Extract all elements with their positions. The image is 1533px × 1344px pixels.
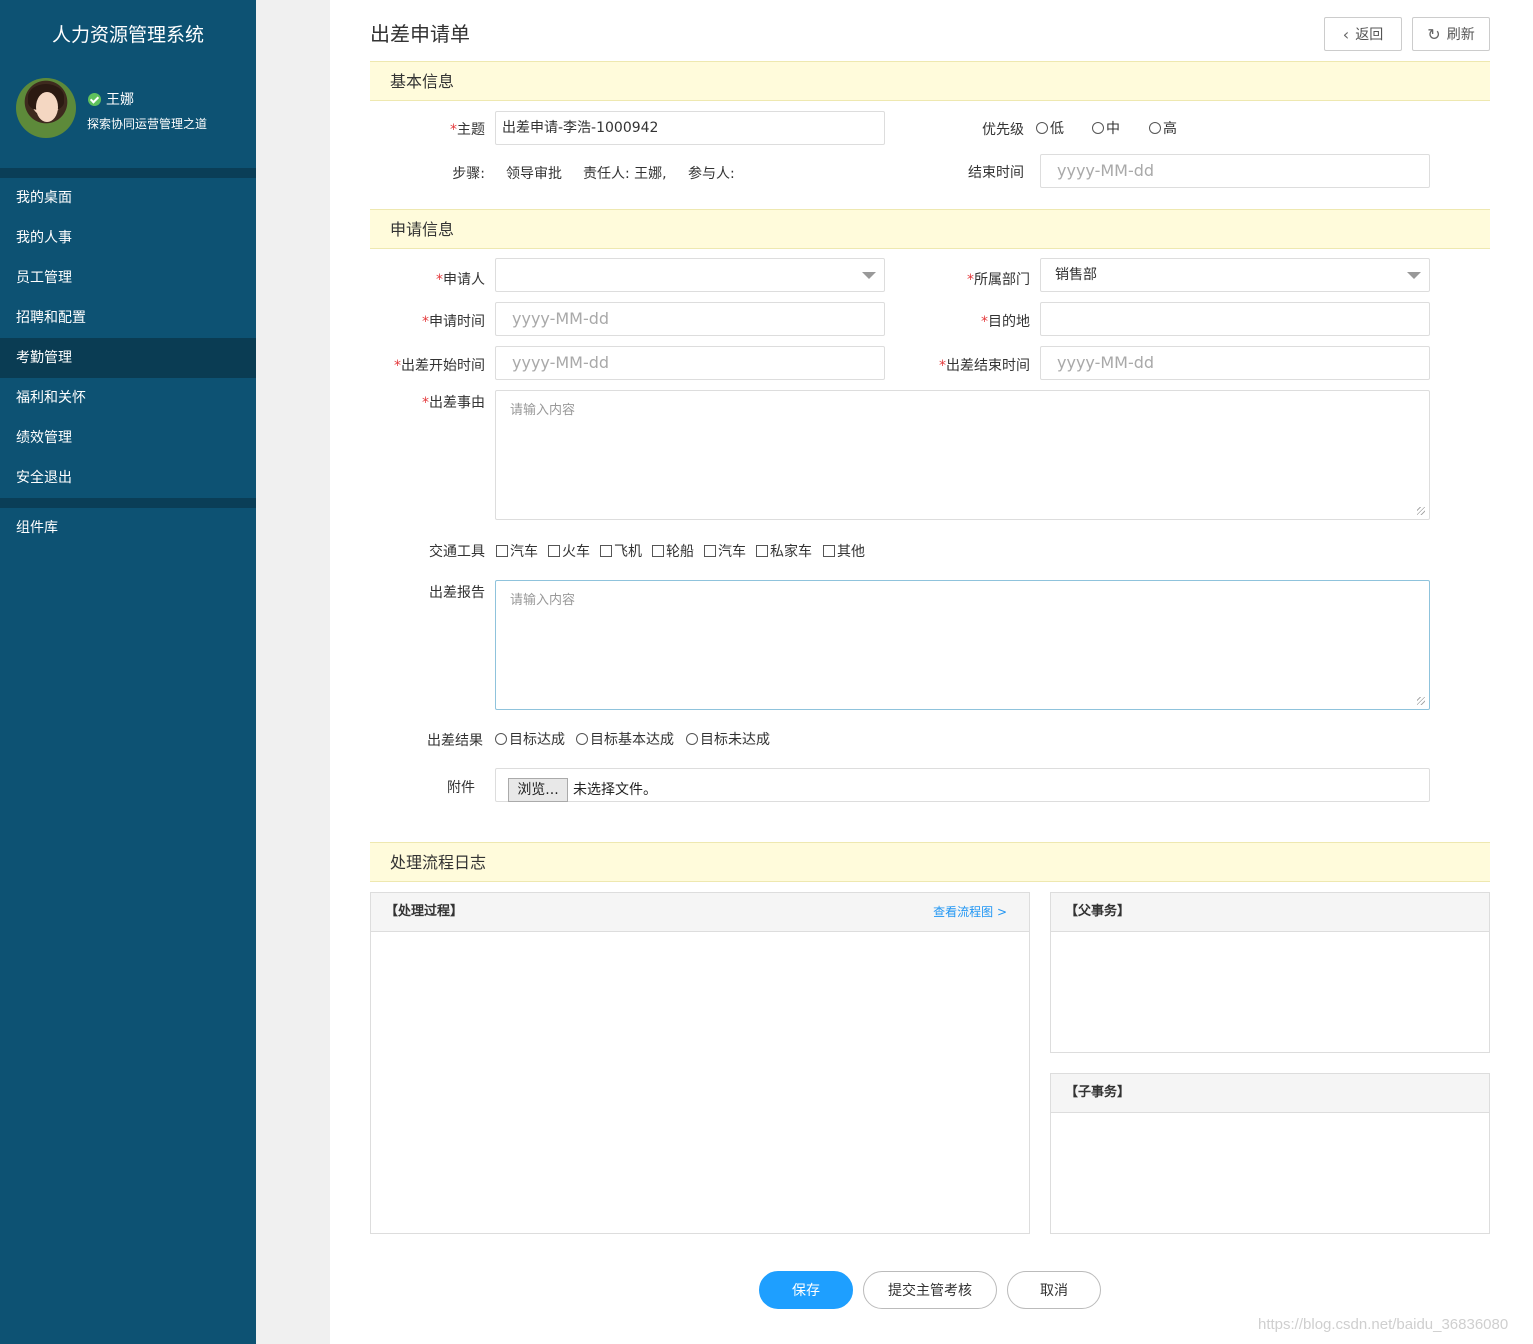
- report-label: 出差报告: [429, 585, 485, 601]
- parent-task-panel: 【父事务】: [1050, 892, 1490, 1053]
- priority-mid-radio[interactable]: 中: [1092, 118, 1120, 138]
- user-name: 王娜: [88, 89, 134, 109]
- transport-plane-checkbox[interactable]: 飞机: [600, 541, 642, 561]
- result-mostly-achieved-radio[interactable]: 目标基本达成: [576, 729, 674, 749]
- sidebar-item-logout[interactable]: 安全退出: [0, 458, 256, 498]
- step-label: 步骤:: [452, 166, 485, 182]
- end-time-input[interactable]: yyyy-MM-dd: [1040, 154, 1430, 188]
- resize-grip-icon[interactable]: [1417, 507, 1425, 515]
- page-title: 出差申请单: [370, 22, 470, 46]
- attachment-label: 附件: [447, 780, 475, 796]
- refresh-icon: ↻: [1427, 24, 1441, 44]
- reason-label: *出差事由: [422, 395, 485, 411]
- process-panel: 【处理过程】 查看流程图 >: [370, 892, 1030, 1234]
- sidebar-item-components[interactable]: 组件库: [0, 508, 256, 548]
- end-trip-label: *出差结束时间: [939, 358, 1030, 374]
- cancel-button[interactable]: 取消: [1007, 1271, 1101, 1309]
- chevron-down-icon: [862, 272, 876, 279]
- transport-ship-checkbox[interactable]: 轮船: [652, 541, 694, 561]
- content-gutter: [256, 0, 330, 1344]
- process-panel-title: 【处理过程】: [385, 904, 464, 919]
- report-textarea[interactable]: 请输入内容: [495, 580, 1430, 710]
- dept-label: *所属部门: [967, 272, 1030, 288]
- trip-start-input[interactable]: yyyy-MM-dd: [495, 346, 885, 380]
- apply-time-input[interactable]: yyyy-MM-dd: [495, 302, 885, 336]
- subject-input[interactable]: 出差申请-李浩-1000942: [495, 111, 885, 145]
- priority-label: 优先级: [982, 122, 1024, 138]
- applicant-select[interactable]: [495, 258, 885, 292]
- result-label: 出差结果: [427, 733, 483, 749]
- apply-time-label: *申请时间: [422, 314, 485, 330]
- sidebar-item-desktop[interactable]: 我的桌面: [0, 178, 256, 218]
- sidebar-item-my-hr[interactable]: 我的人事: [0, 218, 256, 258]
- step-value: 领导审批: [506, 166, 562, 182]
- transport-other-checkbox[interactable]: 其他: [823, 541, 865, 561]
- app-title: 人力资源管理系统: [51, 24, 204, 46]
- sidebar-item-attendance[interactable]: 考勤管理: [0, 338, 256, 378]
- section-process-log: 处理流程日志: [370, 842, 1490, 882]
- no-file-text: 未选择文件。: [573, 782, 657, 798]
- sidebar: 人力资源管理系统 王娜 探索协同运营管理之道 我的桌面 我的人事 员工管理 招聘…: [0, 0, 256, 1344]
- refresh-button[interactable]: ↻ 刷新: [1412, 17, 1490, 51]
- sidebar-item-performance[interactable]: 绩效管理: [0, 418, 256, 458]
- child-task-panel: 【子事务】: [1050, 1073, 1490, 1234]
- participant-text: 参与人:: [688, 166, 735, 182]
- result-achieved-radio[interactable]: 目标达成: [495, 729, 565, 749]
- avatar[interactable]: [16, 78, 76, 138]
- transport-car-checkbox[interactable]: 汽车: [496, 541, 538, 561]
- save-button[interactable]: 保存: [759, 1271, 853, 1309]
- sidebar-divider: [0, 168, 256, 178]
- owner-text: 责任人: 王娜,: [583, 166, 667, 182]
- end-time-label: 结束时间: [968, 165, 1024, 181]
- transport-train-checkbox[interactable]: 火车: [548, 541, 590, 561]
- main-content: 出差申请单 ‹ 返回 ↻ 刷新 基本信息 *主题 出差申请-李浩-1000942…: [330, 0, 1533, 1344]
- watermark-text: https://blog.csdn.net/baidu_36836080: [1258, 1316, 1509, 1333]
- user-motto: 探索协同运营管理之道: [87, 117, 208, 131]
- trip-end-input[interactable]: yyyy-MM-dd: [1040, 346, 1430, 380]
- child-task-title: 【子事务】: [1051, 1074, 1489, 1113]
- chevron-down-icon: [1407, 272, 1421, 279]
- section-basic-info: 基本信息: [370, 61, 1490, 101]
- transport-label: 交通工具: [429, 544, 485, 560]
- view-flowchart-link[interactable]: 查看流程图 >: [933, 893, 1007, 931]
- reason-textarea[interactable]: 请输入内容: [495, 390, 1430, 520]
- resize-grip-icon[interactable]: [1417, 697, 1425, 705]
- submit-review-button[interactable]: 提交主管考核: [863, 1271, 997, 1309]
- browse-button[interactable]: 浏览...: [508, 778, 568, 802]
- dept-select[interactable]: 销售部: [1040, 258, 1430, 292]
- sidebar-item-recruitment[interactable]: 招聘和配置: [0, 298, 256, 338]
- user-name-text: 王娜: [106, 92, 134, 108]
- sidebar-item-employees[interactable]: 员工管理: [0, 258, 256, 298]
- destination-input[interactable]: [1040, 302, 1430, 336]
- subject-label: *主题: [450, 122, 485, 138]
- applicant-label: *申请人: [436, 272, 485, 288]
- transport-private-car-checkbox[interactable]: 私家车: [756, 541, 812, 561]
- back-button[interactable]: ‹ 返回: [1324, 17, 1402, 51]
- section-apply-info: 申请信息: [370, 209, 1490, 249]
- priority-low-radio[interactable]: 低: [1036, 118, 1064, 138]
- start-time-label: *出差开始时间: [394, 358, 485, 374]
- sidebar-divider: [0, 498, 256, 508]
- parent-task-title: 【父事务】: [1051, 893, 1489, 932]
- online-check-icon: [88, 92, 101, 106]
- destination-label: *目的地: [981, 314, 1030, 330]
- sidebar-item-welfare[interactable]: 福利和关怀: [0, 378, 256, 418]
- transport-bus-checkbox[interactable]: 汽车: [704, 541, 746, 561]
- result-not-achieved-radio[interactable]: 目标未达成: [686, 729, 770, 749]
- priority-high-radio[interactable]: 高: [1149, 118, 1177, 138]
- chevron-left-icon: ‹: [1342, 24, 1350, 44]
- attachment-file-input[interactable]: 浏览... 未选择文件。: [495, 768, 1430, 802]
